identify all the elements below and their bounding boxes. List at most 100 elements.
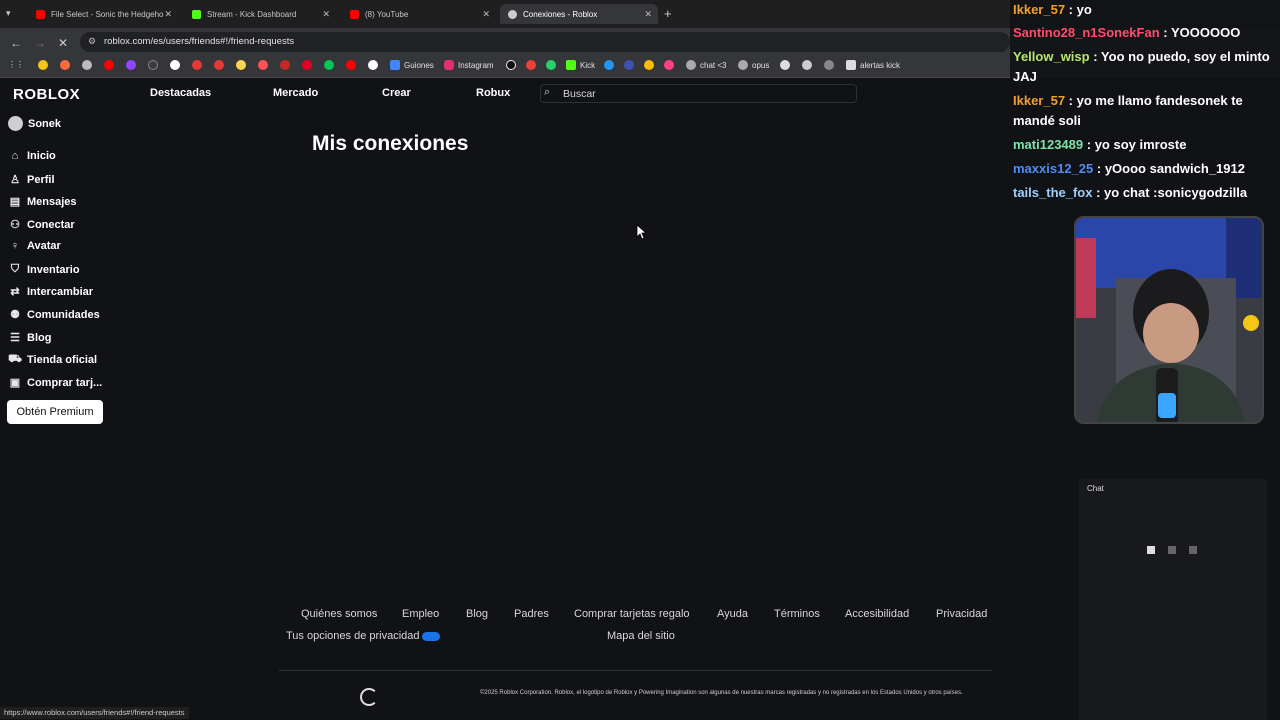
footer-link-tarjetas-regalo[interactable]: Comprar tarjetas regalo (574, 608, 690, 620)
tab-title: Conexiones - Roblox (523, 9, 598, 19)
whatsapp-icon[interactable] (546, 60, 556, 70)
nav-destacadas[interactable]: Destacadas (150, 87, 211, 99)
sidebar-item-comunidades[interactable]: ⚉ Comunidades (8, 308, 100, 322)
bookmark-icon[interactable] (214, 60, 224, 70)
chat-message: maxxis12_25 : yOooo sandwich_1912 (1013, 161, 1245, 176)
footer-link-sitemap[interactable]: Mapa del sitio (607, 630, 675, 642)
nav-mercado[interactable]: Mercado (273, 87, 318, 99)
sidebar-item-mensajes[interactable]: ▤ Mensajes (8, 195, 77, 209)
bookmark-icon[interactable] (258, 60, 268, 70)
bookmark-kick[interactable]: Kick (566, 60, 595, 70)
sidebar-item-label: Conectar (27, 218, 75, 231)
sidebar-item-inventario[interactable]: ⛉ Inventario (8, 263, 80, 276)
footer-link-privacidad[interactable]: Privacidad (936, 608, 987, 620)
bookmark-icon[interactable] (60, 60, 70, 70)
avatar (8, 116, 23, 131)
sidebar-item-blog[interactable]: ☰ Blog (8, 331, 51, 345)
bookmark-icon[interactable] (664, 60, 674, 70)
sidebar-item-comprar-tarjetas[interactable]: ▣ Comprar tarj... (8, 376, 103, 390)
sidebar-item-label: Avatar (27, 240, 61, 252)
loading-dot-icon (1168, 546, 1176, 554)
close-tab-icon[interactable]: ✕ (322, 9, 330, 20)
tab-youtube[interactable]: (8) YouTube ✕ (342, 4, 496, 24)
tab-roblox[interactable]: Conexiones - Roblox ✕ (500, 4, 658, 24)
tab-kick[interactable]: Stream - Kick Dashboard ✕ (184, 4, 336, 24)
bookmark-icon[interactable] (280, 60, 290, 70)
close-tab-icon[interactable]: ✕ (164, 9, 172, 20)
webcam-person-image (1076, 218, 1262, 422)
close-tab-icon[interactable]: ✕ (482, 9, 490, 20)
loading-dot-icon (1189, 546, 1197, 554)
sidebar-item-intercambiar[interactable]: ⇄ Intercambiar (8, 285, 93, 299)
tab-search-icon[interactable]: ▾ (6, 8, 11, 19)
bookmark-icon[interactable] (324, 60, 334, 70)
main-content (117, 109, 1010, 720)
search-placeholder: Buscar (563, 88, 596, 100)
bookmark-instagram[interactable]: Instagram (444, 60, 494, 70)
bookmark-opus[interactable]: opus (738, 60, 769, 70)
sidebar-item-perfil[interactable]: ♙ Perfil (8, 173, 54, 187)
tab-sonic[interactable]: File Select - Sonic the Hedgeho ✕ (28, 4, 178, 24)
url-text[interactable]: roblox.com/es/users/friends#!/friend-req… (104, 36, 294, 47)
nav-crear[interactable]: Crear (382, 87, 411, 99)
sidebar-user[interactable]: Sonek (8, 116, 61, 131)
bookmark-icon[interactable] (624, 60, 634, 70)
get-premium-button[interactable]: Obtén Premium (7, 400, 103, 424)
footer-link-empleo[interactable]: Empleo (402, 608, 439, 620)
bookmark-icon[interactable] (346, 60, 356, 70)
bookmark-icon[interactable] (526, 60, 536, 70)
bookmark-chat[interactable]: chat <3 (686, 60, 726, 70)
sidebar-item-inicio[interactable]: ⌂ Inicio (8, 150, 56, 162)
tiktok-icon[interactable] (506, 60, 516, 70)
footer-link-blog[interactable]: Blog (466, 608, 488, 620)
close-tab-icon[interactable]: ✕ (644, 9, 652, 20)
chat-text: yo soy imroste (1094, 137, 1187, 152)
footer-link-padres[interactable]: Padres (514, 608, 549, 620)
bookmark-alertas-kick[interactable]: alertas kick (846, 60, 900, 70)
bookmark-icon[interactable] (148, 60, 158, 70)
site-info-icon[interactable]: ⚙ (88, 36, 96, 47)
bookmark-icon[interactable] (824, 60, 834, 70)
bookmark-icon[interactable] (126, 60, 136, 70)
new-tab-icon[interactable]: + (664, 6, 672, 21)
bookmark-icon[interactable] (302, 60, 312, 70)
bookmark-icon[interactable] (780, 60, 790, 70)
sidebar-item-tienda[interactable]: ⛟ Tienda oficial (8, 353, 97, 367)
search-icon: ⌕ (544, 86, 551, 98)
apps-icon[interactable]: ⋮⋮ (8, 60, 24, 69)
drive-icon[interactable] (644, 60, 654, 70)
chat-message: Ikker_57 : yo me llamo fandesonek te man… (1013, 93, 1243, 128)
bookmark-icon[interactable] (38, 60, 48, 70)
back-icon[interactable]: ← (10, 36, 22, 50)
sidebar-item-avatar[interactable]: ♀ Avatar (8, 240, 61, 252)
username: Sonek (28, 117, 62, 130)
bookmark-icon[interactable] (170, 60, 180, 70)
privacy-options-link[interactable]: Tus opciones de privacidad (286, 630, 440, 642)
stream-chat-panel (1079, 479, 1267, 720)
footer-link-quienes-somos[interactable]: Quiénes somos (301, 608, 377, 620)
bookmark-icon[interactable] (236, 60, 246, 70)
roblox-logo[interactable]: ROBLOX (13, 86, 80, 103)
footer-link-accesibilidad[interactable]: Accesibilidad (845, 608, 909, 620)
bookmark-label: alertas kick (860, 60, 901, 70)
communities-icon: ⚉ (10, 309, 20, 321)
bookmark-icon[interactable] (104, 60, 114, 70)
sidebar-item-conectar[interactable]: ⚇ Conectar (8, 218, 75, 232)
footer-link-terminos[interactable]: Términos (774, 608, 820, 620)
bookmark-icon[interactable] (192, 60, 202, 70)
bookmark-icon[interactable] (82, 60, 92, 70)
sidebar-item-label: Mensajes (27, 195, 77, 208)
bookmark-guiones[interactable]: Guiones (390, 60, 434, 70)
forward-icon[interactable]: → (34, 36, 46, 50)
sidebar-item-label: Comprar tarj... (27, 376, 103, 389)
nav-robux[interactable]: Robux (476, 87, 510, 99)
footer-link-ayuda[interactable]: Ayuda (717, 608, 748, 620)
stop-loading-icon[interactable]: ✕ (58, 36, 68, 50)
bookmark-icon[interactable] (802, 60, 812, 70)
tab-title: (8) YouTube (365, 9, 409, 19)
bookmark-icon[interactable] (368, 60, 378, 70)
bookmark-label: chat <3 (700, 60, 727, 70)
status-bar-url: https://www.roblox.com/users/friends#!/f… (0, 707, 189, 719)
bookmark-label: Guiones (404, 60, 434, 70)
bookmark-icon[interactable] (604, 60, 614, 70)
